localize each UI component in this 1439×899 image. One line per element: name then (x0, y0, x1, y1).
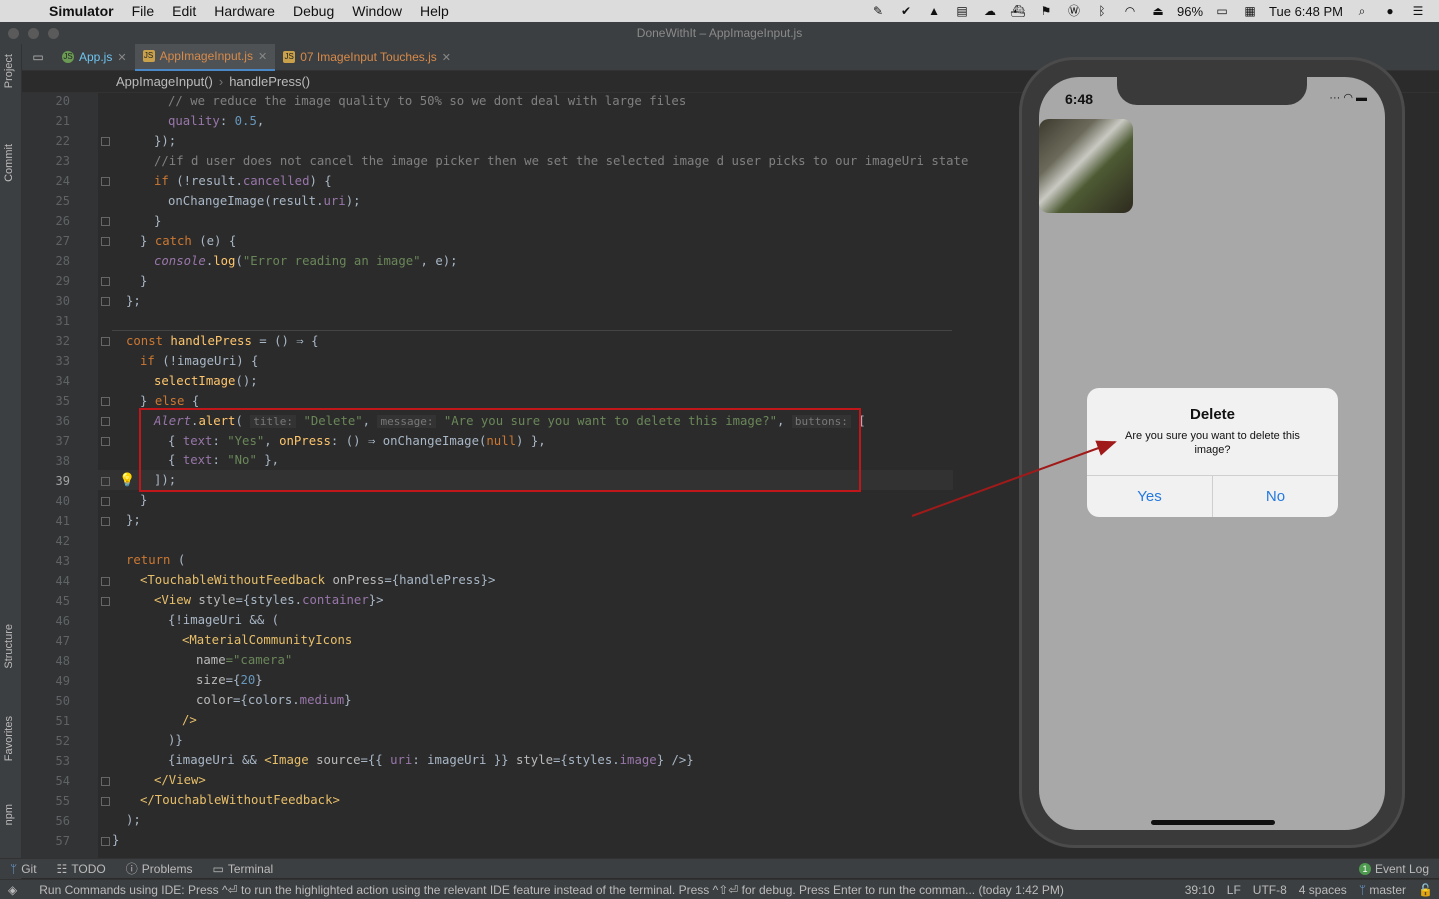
list-icon: ☷ (56, 861, 68, 876)
annotation-arrow (911, 440, 1117, 517)
event-log-button[interactable]: 1 Event Log (1349, 862, 1439, 876)
cursor-position[interactable]: 39:10 (1179, 883, 1221, 897)
indent-setting[interactable]: 4 spaces (1293, 883, 1353, 897)
branch-icon: ᛘ (1358, 882, 1367, 897)
line-separator[interactable]: LF (1221, 883, 1247, 897)
git-branch-icon: ᛘ (10, 861, 18, 876)
problems-tool-button[interactable]: ⓘ Problems (116, 860, 203, 877)
status-bar: ◈ Run Commands using IDE: Press ^⏎ to ru… (0, 879, 1439, 899)
file-encoding[interactable]: UTF-8 (1247, 883, 1293, 897)
git-tool-button[interactable]: ᛘ Git (0, 862, 47, 876)
todo-tool-button[interactable]: ☷ TODO (47, 862, 116, 876)
layers-icon[interactable]: ◈ (8, 883, 17, 897)
lock-icon[interactable]: 🔓 (1412, 883, 1439, 897)
terminal-icon: ▭ (212, 861, 224, 876)
status-message[interactable]: Run Commands using IDE: Press ^⏎ to run … (17, 883, 1179, 897)
arrow-line (911, 440, 1117, 517)
bottom-tool-bar: ᛘ Git ☷ TODO ⓘ Problems ▭ Terminal 1 Event Lo… (0, 858, 1439, 878)
info-icon: ⓘ (125, 862, 138, 876)
terminal-tool-button[interactable]: ▭ Terminal (202, 862, 283, 876)
event-count-badge: 1 (1358, 862, 1371, 875)
git-branch[interactable]: ᛘ master (1353, 883, 1412, 897)
